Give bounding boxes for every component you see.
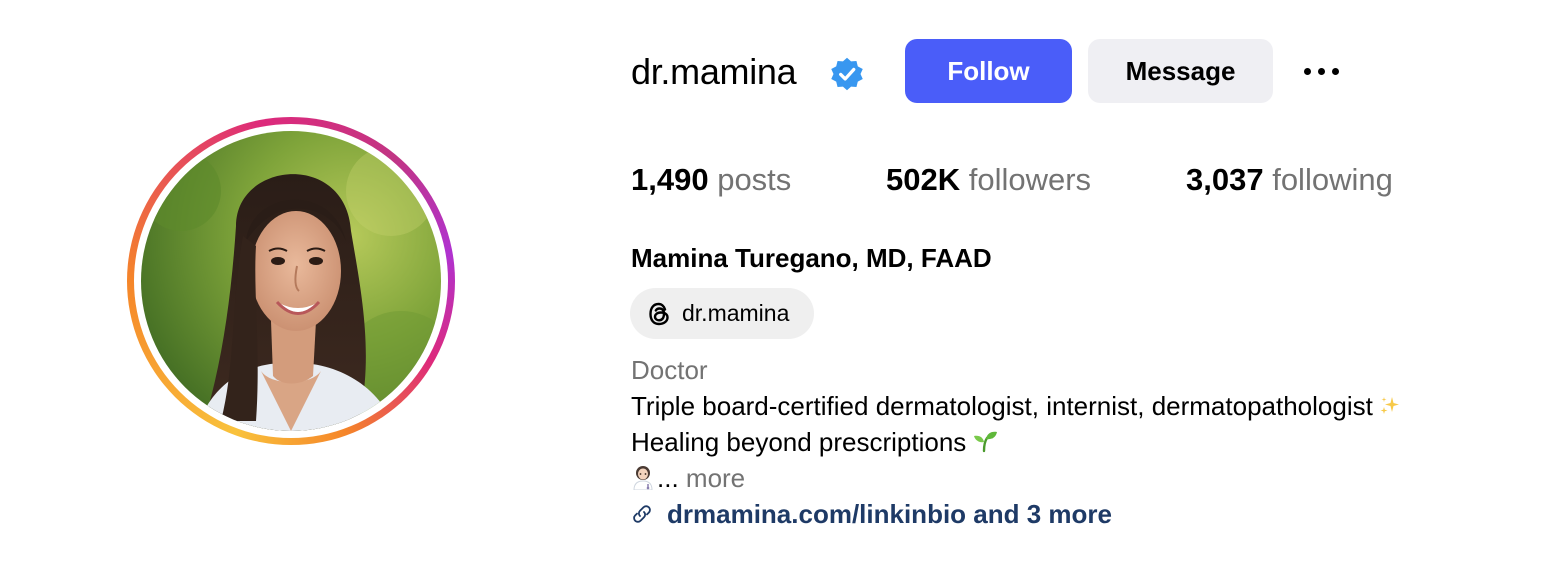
followers-count: 502K (886, 162, 961, 197)
profile-avatar-ring[interactable] (127, 117, 455, 445)
posts-label: posts (717, 162, 792, 197)
bio-line: Healing beyond prescriptions (631, 426, 998, 460)
threads-badge[interactable]: dr.mamina (630, 288, 814, 339)
following-stat[interactable]: 3,037 following (1186, 162, 1393, 198)
woman-health-worker-emoji (631, 464, 655, 491)
following-label: following (1272, 162, 1393, 197)
bio-truncation: ... (657, 463, 679, 493)
seedling-emoji (972, 428, 998, 460)
profile-category: Doctor (631, 355, 708, 385)
profile-avatar[interactable] (141, 131, 441, 431)
posts-count: 1,490 (631, 162, 709, 197)
more-dot (1331, 67, 1339, 75)
avatar-ring-gap (134, 124, 448, 438)
bio-more-link[interactable]: more (686, 463, 745, 493)
profile-full-name: Mamina Turegano, MD, FAAD (631, 243, 992, 273)
link-icon (629, 501, 655, 527)
more-dot (1317, 67, 1325, 75)
profile-external-link[interactable]: drmamina.com/linkinbio and 3 more (629, 498, 1112, 530)
avatar-portrait-image (141, 131, 441, 431)
following-count: 3,037 (1186, 162, 1264, 197)
followers-label: followers (968, 162, 1092, 197)
bio-line: Triple board-certified dermatologist, in… (631, 390, 1401, 424)
threads-icon (644, 299, 674, 329)
bio-text: Triple board-certified dermatologist, in… (631, 391, 1373, 421)
more-dot (1303, 67, 1311, 75)
sparkles-emoji (1379, 392, 1401, 424)
follow-button[interactable]: Follow (905, 39, 1072, 103)
bio-line: ... more (631, 462, 745, 494)
profile-username: dr.mamina (631, 51, 797, 92)
followers-stat[interactable]: 502K followers (886, 162, 1091, 198)
message-button[interactable]: Message (1088, 39, 1273, 103)
verified-badge-icon (829, 56, 865, 92)
link-text[interactable]: drmamina.com/linkinbio and 3 more (667, 499, 1112, 530)
threads-handle: dr.mamina (682, 300, 790, 326)
posts-stat: 1,490 posts (631, 162, 791, 198)
bio-text: Healing beyond prescriptions (631, 427, 967, 457)
more-options-icon[interactable] (1296, 56, 1346, 86)
